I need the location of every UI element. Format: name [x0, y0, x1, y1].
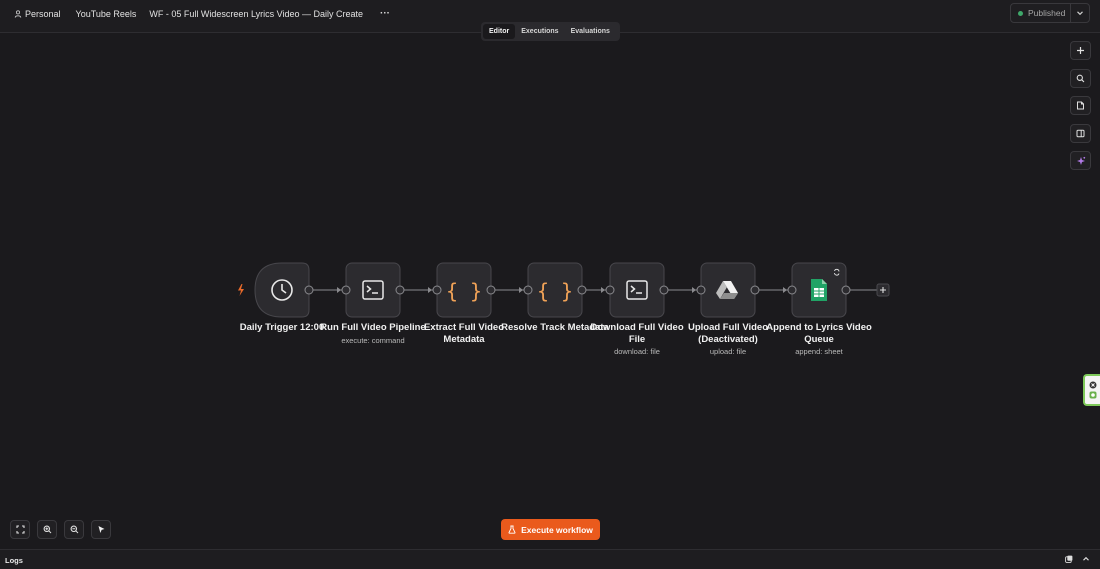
- node-name: Extract Full Video Metadata: [423, 322, 505, 345]
- execute-workflow-button[interactable]: Execute workflow: [501, 519, 600, 540]
- arrow: [783, 287, 787, 293]
- output-handle[interactable]: [750, 285, 760, 295]
- node-append-lyrics-queue[interactable]: [791, 262, 847, 318]
- arrow: [519, 287, 523, 293]
- output-handle[interactable]: [395, 285, 405, 295]
- side-extension-widget[interactable]: [1083, 374, 1100, 406]
- fit-view-button[interactable]: [10, 520, 30, 539]
- input-handle[interactable]: [696, 285, 706, 295]
- node-download-full-video-file[interactable]: [609, 262, 665, 318]
- zoom-in-icon: [43, 525, 51, 534]
- arrow: [692, 287, 696, 293]
- fullscreen-icon: [15, 525, 25, 534]
- input-handle[interactable]: [432, 285, 442, 295]
- google-sheets-icon: [811, 279, 827, 301]
- add-next-node-button[interactable]: [876, 283, 890, 297]
- arrow: [428, 287, 432, 293]
- extension-icon: [1089, 391, 1096, 399]
- node-name: Upload Full Video (Deactivated): [687, 322, 769, 345]
- node-label: Append to Lyrics Video Queue append: she…: [764, 322, 874, 356]
- code-braces-icon: { }: [537, 279, 573, 303]
- input-handle[interactable]: [523, 285, 533, 295]
- node-name: Daily Trigger 12:00: [239, 322, 325, 333]
- zoom-out-button[interactable]: [64, 520, 84, 539]
- logs-label: Logs: [5, 556, 23, 565]
- node-name: Append to Lyrics Video Queue: [766, 322, 872, 345]
- input-handle[interactable]: [341, 285, 351, 295]
- pointer-mode-button[interactable]: [91, 520, 111, 539]
- execute-workflow-label: Execute workflow: [521, 524, 593, 535]
- output-handle[interactable]: [659, 285, 669, 295]
- arrow: [337, 287, 341, 293]
- node-daily-trigger[interactable]: [254, 262, 310, 318]
- code-braces-icon: { }: [446, 279, 482, 303]
- cursor-icon: [98, 526, 104, 533]
- popout-icon[interactable]: [1065, 555, 1073, 563]
- node-run-full-video-pipeline[interactable]: [345, 262, 401, 318]
- arrow: [601, 287, 605, 293]
- input-handle[interactable]: [787, 285, 797, 295]
- chevron-up-icon[interactable]: [1082, 555, 1090, 563]
- trigger-bolt-icon: [238, 284, 244, 296]
- flask-icon: [508, 525, 516, 534]
- close-circle-icon[interactable]: [1089, 381, 1097, 389]
- node-extract-full-video-metadata[interactable]: { }: [436, 262, 492, 318]
- input-handle[interactable]: [605, 285, 615, 295]
- zoom-out-icon: [70, 525, 78, 534]
- output-handle[interactable]: [577, 285, 587, 295]
- logs-panel-bar[interactable]: Logs: [0, 549, 1100, 569]
- logs-controls: [1065, 555, 1090, 563]
- output-handle[interactable]: [304, 285, 314, 295]
- node-upload-full-video[interactable]: [700, 262, 756, 318]
- workflow-canvas: { } { }: [238, 262, 890, 318]
- node-subtitle: append: sheet: [795, 347, 843, 356]
- node-name: Download Full Video File: [590, 322, 684, 345]
- zoom-in-button[interactable]: [37, 520, 57, 539]
- output-handle[interactable]: [841, 285, 851, 295]
- node-resolve-track-metadata[interactable]: { }: [527, 262, 583, 318]
- output-handle[interactable]: [486, 285, 496, 295]
